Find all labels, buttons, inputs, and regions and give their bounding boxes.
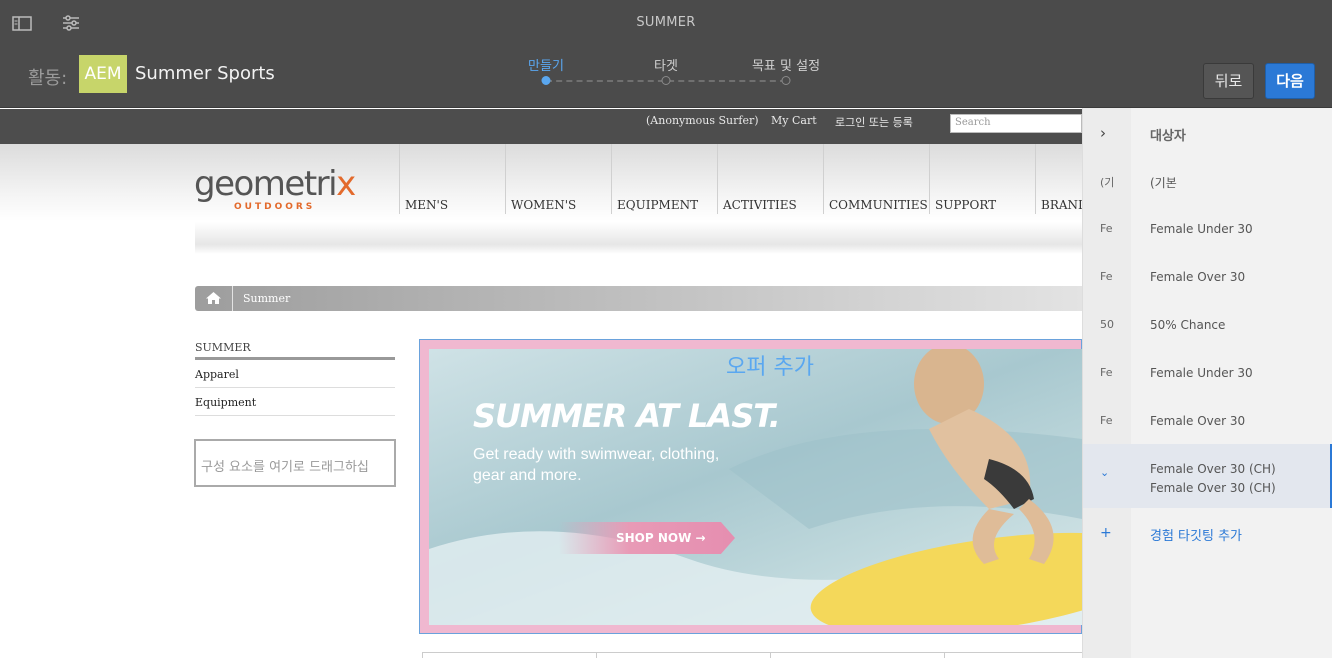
audience-abbr: Fe (1100, 270, 1113, 283)
nav-equipment[interactable]: EQUIPMENT (611, 144, 717, 214)
add-experience-label: 경험 타깃팅 추가 (1150, 529, 1242, 544)
audience-item-50-chance[interactable]: 50 50% Chance (1083, 300, 1332, 348)
wizard-steps: 만들기 타겟 목표 및 설정 (500, 52, 840, 92)
step-target[interactable]: 타겟 (654, 55, 678, 74)
nav-activities[interactable]: ACTIVITIES (717, 144, 823, 214)
content-grid-row (422, 652, 1082, 658)
next-button[interactable]: 다음 (1265, 63, 1315, 99)
audience-item-female-over-30[interactable]: Fe Female Over 30 (1083, 252, 1332, 300)
audience-item-female-under-30[interactable]: Fe Female Under 30 (1083, 204, 1332, 252)
plus-icon: + (1100, 525, 1112, 541)
audience-label: Female Over 30 (1150, 270, 1246, 284)
surfer-image (429, 349, 1082, 625)
audience-label: 50% Chance (1150, 318, 1226, 332)
audience-abbr: Fe (1100, 366, 1113, 379)
step-goals-settings[interactable]: 목표 및 설정 (752, 55, 820, 74)
selected-audience-label: Female Over 30 (CH) (1150, 462, 1276, 476)
breadcrumb-current[interactable]: Summer (243, 292, 290, 305)
grid-cell (596, 652, 770, 658)
audience-title: 대상자 (1150, 129, 1186, 144)
nav-support[interactable]: SUPPORT (929, 144, 1035, 214)
equipment-link[interactable]: Equipment (195, 396, 395, 416)
audience-item-default[interactable]: (기 (기본 (1083, 156, 1332, 204)
site-search-input[interactable]: Search (950, 114, 1082, 133)
app-title: SUMMER (636, 15, 696, 30)
audience-label: Female Under 30 (1150, 366, 1253, 380)
activity-name: Summer Sports (135, 63, 275, 84)
anonymous-surfer-link[interactable]: (Anonymous Surfer) (646, 114, 759, 127)
site-utility-bar: (Anonymous Surfer) My Cart 로그인 또는 등록 Sea… (0, 109, 1082, 144)
app-header: SUMMER 활동: AEM Summer Sports 만들기 타겟 목표 및… (0, 0, 1332, 108)
targeting-panel: › 대상자 (기 (기본 Fe Female Under 30 Fe Femal… (1082, 108, 1332, 658)
section-heading: SUMMER (195, 341, 395, 360)
nav-womens[interactable]: WOMEN'S (505, 144, 611, 214)
audience-item-female-under-30-2[interactable]: Fe Female Under 30 (1083, 348, 1332, 396)
nav-brand[interactable]: BRAND (1035, 144, 1088, 214)
step-dot-goals (781, 76, 791, 85)
login-register-link[interactable]: 로그인 또는 등록 (835, 114, 913, 130)
audience-header[interactable]: › 대상자 (1083, 108, 1332, 156)
my-cart-link[interactable]: My Cart (771, 114, 817, 127)
banner-title: SUMMER AT LAST. (473, 397, 781, 435)
audience-abbr: (기 (1100, 176, 1115, 189)
grid-cell (422, 652, 596, 658)
audience-item-selected[interactable]: ⌄ Female Over 30 (CH) Female Over 30 (CH… (1083, 444, 1332, 508)
component-dropzone[interactable]: 구성 요소를 여기로 드래그하십 (194, 439, 396, 487)
nav-communities[interactable]: COMMUNITIES (823, 144, 929, 214)
home-icon[interactable] (195, 286, 233, 311)
aem-badge: AEM (79, 55, 127, 93)
logo-text: geometri (194, 164, 338, 204)
breadcrumb: Summer (195, 286, 1082, 311)
nav-mens[interactable]: MEN'S (399, 144, 505, 214)
chevron-right-icon: › (1100, 124, 1106, 142)
step-create[interactable]: 만들기 (528, 55, 564, 74)
add-offer-label[interactable]: 오퍼 추가 (430, 349, 1110, 381)
shop-now-button[interactable]: SHOP NOW → (559, 522, 735, 554)
selected-audience-sublabel: Female Over 30 (CH) (1150, 481, 1276, 495)
audience-label: (기본 (1150, 176, 1177, 190)
nav-shadow (195, 222, 1082, 254)
audience-abbr: Fe (1100, 414, 1113, 427)
chevron-down-icon: ⌄ (1100, 466, 1110, 479)
audience-item-female-over-30-2[interactable]: Fe Female Over 30 (1083, 396, 1332, 444)
step-dot-target (661, 76, 671, 85)
activity-label: 활동: (28, 68, 68, 89)
audience-abbr: 50 (1100, 318, 1114, 331)
apparel-link[interactable]: Apparel (195, 368, 395, 388)
audience-abbr: Fe (1100, 222, 1113, 235)
hero-banner[interactable]: SUMMER AT LAST. Get ready with swimwear,… (429, 349, 1082, 625)
logo-x: x (336, 164, 356, 204)
grid-cell (944, 652, 1082, 658)
step-dot-create (541, 76, 551, 85)
banner-subtitle: Get ready with swimwear, clothing, gear … (473, 446, 720, 484)
back-button[interactable]: 뒤로 (1203, 63, 1254, 99)
grid-cell (770, 652, 944, 658)
audience-label: Female Over 30 (1150, 414, 1246, 428)
audience-label: Female Under 30 (1150, 222, 1253, 236)
geometrixx-logo[interactable]: geometrix OUTDOORS (194, 164, 356, 212)
add-experience-targeting[interactable]: + 경험 타깃팅 추가 (1083, 508, 1332, 556)
